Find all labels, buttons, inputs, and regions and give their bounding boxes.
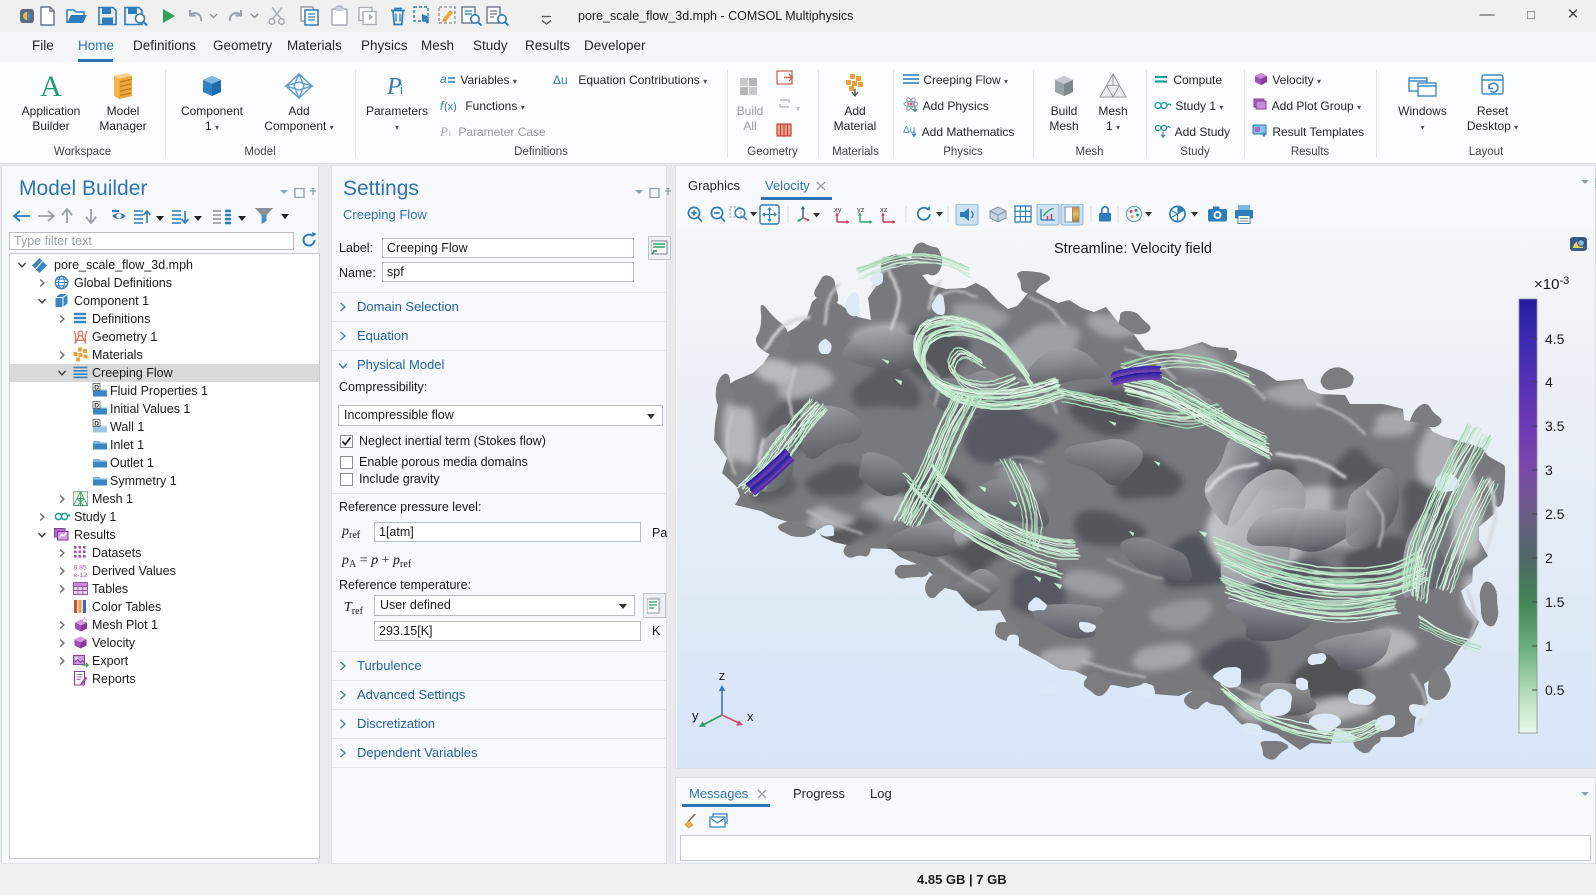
svg-text:1.5: 1.5 bbox=[1545, 594, 1565, 610]
svg-text:4.5: 4.5 bbox=[1545, 331, 1565, 347]
svg-text:1: 1 bbox=[1545, 638, 1553, 654]
svg-text:P: P bbox=[440, 125, 448, 138]
svg-text:z: z bbox=[719, 668, 726, 683]
svg-text:i: i bbox=[400, 82, 403, 97]
svg-text:x: x bbox=[747, 709, 754, 724]
svg-text:y: y bbox=[692, 708, 699, 723]
svg-text:Streamline: Velocity field: Streamline: Velocity field bbox=[1054, 241, 1212, 257]
svg-text:3: 3 bbox=[1545, 462, 1553, 478]
svg-text:4: 4 bbox=[1545, 374, 1553, 390]
svg-text:0.5: 0.5 bbox=[1545, 682, 1565, 698]
svg-text:Δu: Δu bbox=[553, 73, 568, 86]
svg-text:e-12: e-12 bbox=[74, 572, 88, 578]
svg-text:xz: xz bbox=[880, 205, 888, 214]
svg-text:A: A bbox=[40, 72, 62, 100]
svg-text:2: 2 bbox=[1545, 550, 1553, 566]
svg-text:D: D bbox=[94, 403, 99, 410]
svg-text:xy: xy bbox=[834, 205, 842, 214]
svg-text:D: D bbox=[94, 421, 99, 428]
svg-text:yz: yz bbox=[857, 205, 865, 214]
svg-text:a: a bbox=[440, 73, 447, 86]
svg-text:D: D bbox=[94, 385, 99, 392]
svg-text:3.5: 3.5 bbox=[1545, 418, 1565, 434]
svg-text:(x): (x) bbox=[444, 101, 457, 112]
svg-text:i: i bbox=[449, 129, 451, 138]
svg-text:2.5: 2.5 bbox=[1545, 506, 1565, 522]
svg-text:8.85: 8.85 bbox=[74, 565, 87, 572]
